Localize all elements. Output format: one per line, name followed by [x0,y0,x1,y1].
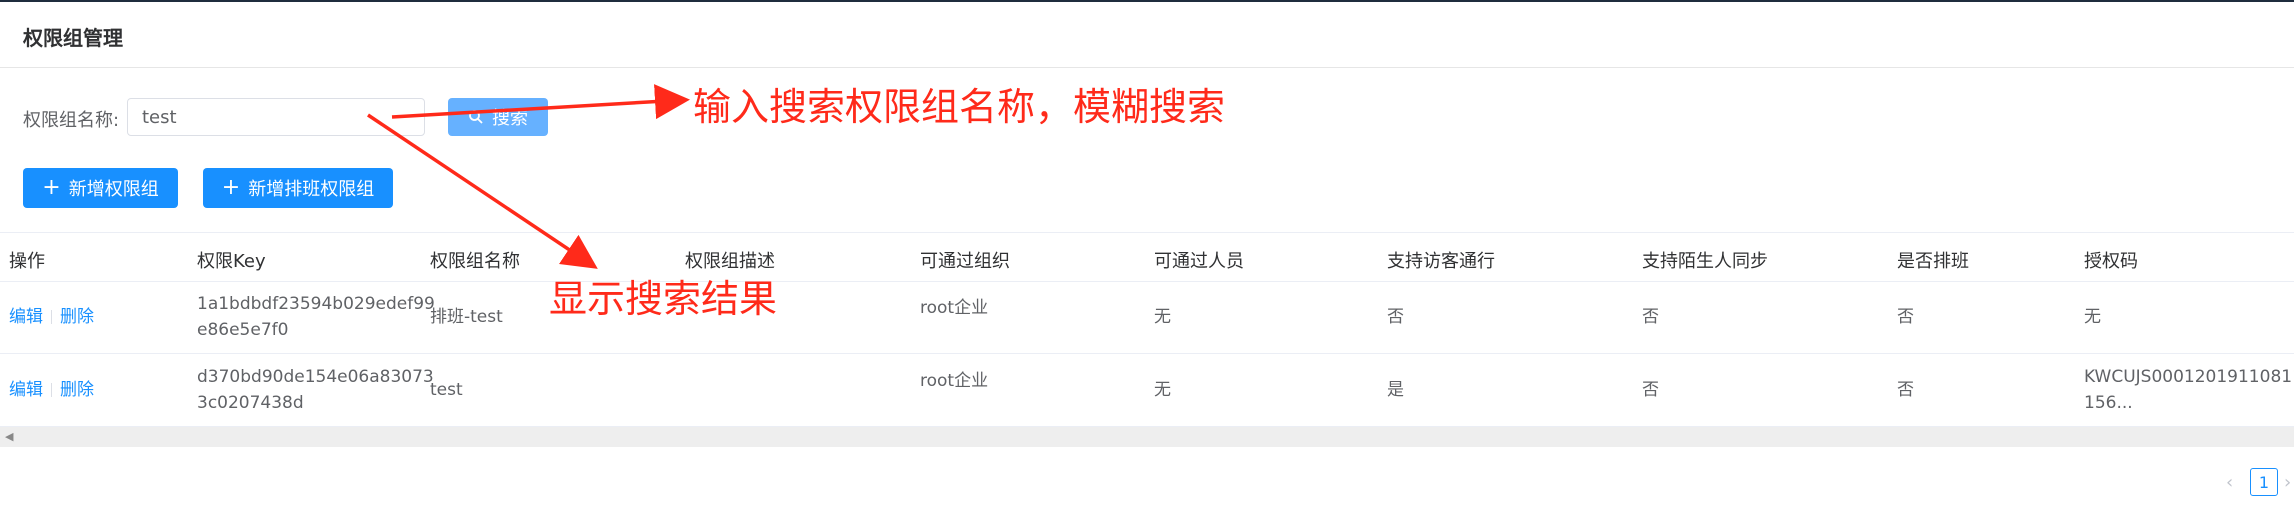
title-divider [0,67,2294,68]
column-header: 支持陌生人同步 [1642,251,1768,272]
allowed-person: 无 [1154,380,1171,400]
key-line-2: e86e5e7f0 [197,320,289,340]
column-header: 权限组名称 [430,251,520,272]
table-row: 编辑 删除 1a1bdbdf23594b029edef99 e86e5e7f0 排… [0,281,2294,354]
column-header: 授权码 [2084,251,2138,272]
scroll-left-icon[interactable]: ◀ [5,430,13,443]
key-line-1: 1a1bdbdf23594b029edef99 [197,294,435,314]
group-name: test [430,380,463,400]
column-header: 可通过组织 [920,251,1010,272]
auth-code: 无 [2084,307,2101,327]
column-header: 支持访客通行 [1387,251,1495,272]
key-line-1: d370bd90de154e06a83073 [197,367,434,387]
table-row: 编辑 删除 d370bd90de154e06a83073 3c0207438d t… [0,354,2294,427]
add-schedule-group-label: 新增排班权限组 [248,179,375,200]
search-label: 权限组名称: [23,110,120,131]
edit-link[interactable]: 编辑 [9,307,43,327]
auth-code-line-2: 156... [2084,393,2133,413]
plus-icon: + [221,175,241,200]
delete-link[interactable]: 删除 [60,380,94,400]
row-actions: 编辑 删除 [9,377,94,403]
plus-icon: + [42,175,61,200]
search-button-label: 搜索 [492,108,528,129]
column-header: 权限Key [197,251,266,272]
row-actions: 编辑 删除 [9,304,94,330]
annotation-search-note: 输入搜索权限组名称，模糊搜索 [693,85,1226,129]
add-group-button[interactable]: + 新增权限组 [23,168,178,208]
action-divider [51,383,52,397]
search-icon [469,110,483,124]
column-header: 是否排班 [1897,251,1969,272]
horizontal-scrollbar[interactable]: ◀ [0,427,2294,447]
action-divider [51,310,52,324]
allowed-org: root企业 [920,371,989,391]
visitor-access: 是 [1387,380,1404,400]
visitor-access: 否 [1387,307,1404,327]
auth-code-line-1: KWCUJS000120191108111 [2084,367,2294,387]
page-title: 权限组管理 [23,26,123,50]
prev-page-icon[interactable]: ‹ [2226,472,2233,493]
delete-link[interactable]: 删除 [60,307,94,327]
column-header: 操作 [9,251,45,272]
search-button[interactable]: 搜索 [448,98,548,136]
search-input[interactable] [127,98,425,136]
annotation-result-note: 显示搜索结果 [549,277,778,321]
add-schedule-group-button[interactable]: + 新增排班权限组 [203,168,393,208]
add-group-label: 新增权限组 [68,179,159,200]
group-name: 排班-test [430,307,503,327]
next-page-icon[interactable]: › [2284,472,2291,493]
stranger-sync: 否 [1642,380,1659,400]
key-line-2: 3c0207438d [197,393,304,413]
is-scheduled: 否 [1897,380,1914,400]
allowed-org: root企业 [920,298,989,318]
stranger-sync: 否 [1642,307,1659,327]
page-number-current[interactable]: 1 [2250,468,2278,496]
edit-link[interactable]: 编辑 [9,380,43,400]
column-header: 可通过人员 [1154,251,1244,272]
allowed-person: 无 [1154,307,1171,327]
top-border [0,0,2294,2]
is-scheduled: 否 [1897,307,1914,327]
table-header: 操作 权限Key 权限组名称 权限组描述 可通过组织 可通过人员 支持访客通行 … [0,232,2294,282]
